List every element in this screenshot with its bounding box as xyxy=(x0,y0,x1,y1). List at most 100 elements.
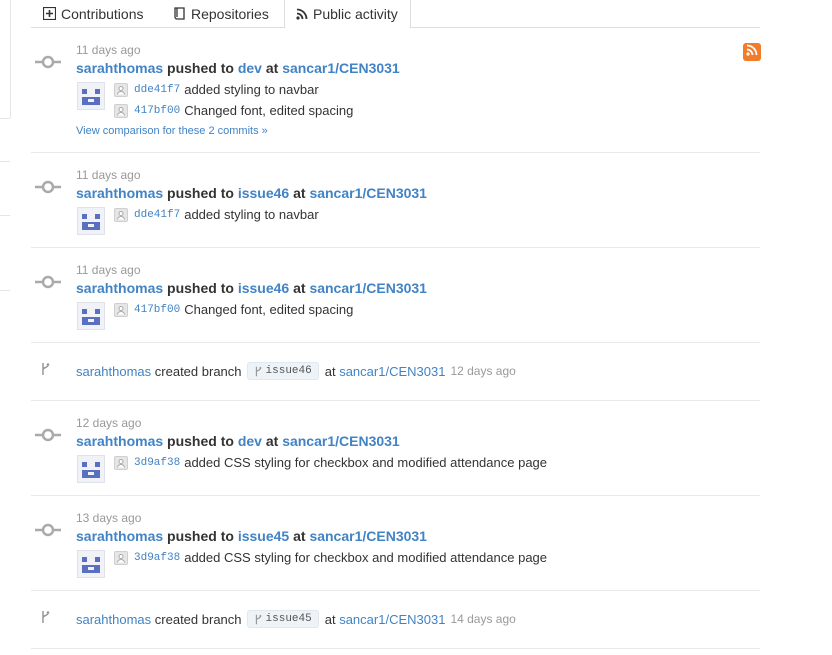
view-comparison-link[interactable]: View comparison for these 2 commits » xyxy=(76,125,268,137)
commit-sha-link[interactable]: 417bf00 xyxy=(134,304,180,316)
commit-icon xyxy=(35,275,61,289)
commit-sha-link[interactable]: dde41f7 xyxy=(134,84,180,96)
committer-avatar-icon xyxy=(114,550,128,565)
commit-message: added styling to navbar xyxy=(184,207,319,222)
branch-icon xyxy=(40,610,50,629)
commit-sha-link[interactable]: 417bf00 xyxy=(134,105,180,117)
at-text: at xyxy=(293,280,306,296)
create-branch-event: sarahthomas created branch issue45 at sa… xyxy=(31,591,760,649)
user-link[interactable]: sarahthomas xyxy=(76,364,151,379)
branch-link[interactable]: dev xyxy=(238,60,262,76)
event-verb: pushed to xyxy=(167,433,234,449)
push-event: 13 days ago sarahthomas pushed to issue4… xyxy=(31,496,760,591)
committer-avatar-icon xyxy=(114,103,128,118)
commit-message: added CSS styling for checkbox and modif… xyxy=(184,455,548,470)
side-panel-divider xyxy=(0,290,10,291)
branch-pill[interactable]: issue45 xyxy=(246,610,319,628)
create-branch-event: sarahthomas created branch issue46 at sa… xyxy=(31,343,760,401)
commit-row: 3d9af38 added CSS styling for checkbox a… xyxy=(114,455,547,470)
committer-avatar-icon xyxy=(114,455,128,470)
push-event: 11 days ago sarahthomas pushed to dev at… xyxy=(31,28,760,153)
repo-link[interactable]: sancar1/CEN3031 xyxy=(339,612,445,627)
event-verb: pushed to xyxy=(167,185,234,201)
commit-row: 3d9af38 added CSS styling for checkbox a… xyxy=(114,550,547,565)
event-title: sarahthomas pushed to dev at sancar1/CEN… xyxy=(76,60,400,76)
branch-link[interactable]: issue46 xyxy=(238,280,289,296)
branch-link[interactable]: issue46 xyxy=(238,185,289,201)
tab-public-activity[interactable]: Public activity xyxy=(284,0,411,29)
commit-sha-link[interactable]: dde41f7 xyxy=(134,209,180,221)
tab-repositories[interactable]: Repositories xyxy=(174,0,269,27)
side-panel-divider xyxy=(0,161,10,162)
commit-message: added styling to navbar xyxy=(184,82,319,97)
branch-link[interactable]: dev xyxy=(238,433,262,449)
branch-icon xyxy=(254,614,262,625)
repo-link[interactable]: sancar1/CEN3031 xyxy=(282,60,400,76)
event-verb: created branch xyxy=(154,363,242,379)
side-panel-divider xyxy=(0,215,10,216)
branch-link[interactable]: issue45 xyxy=(238,528,289,544)
avatar[interactable] xyxy=(77,82,105,110)
plus-square-icon xyxy=(43,7,56,20)
event-verb: pushed to xyxy=(167,60,234,76)
repo-link[interactable]: sancar1/CEN3031 xyxy=(309,185,427,201)
commit-icon xyxy=(35,428,61,442)
repo-book-icon xyxy=(174,6,186,21)
avatar[interactable] xyxy=(77,550,105,578)
event-time: 11 days ago xyxy=(76,43,141,57)
tab-label: Contributions xyxy=(61,5,144,22)
tab-label: Repositories xyxy=(191,5,269,22)
event-time: 12 days ago xyxy=(450,364,516,378)
push-event: 12 days ago sarahthomas pushed to dev at… xyxy=(31,401,760,496)
commit-message: added CSS styling for checkbox and modif… xyxy=(184,550,548,565)
avatar[interactable] xyxy=(77,207,105,235)
rss-icon xyxy=(296,8,308,20)
event-text: sarahthomas created branch issue46 at sa… xyxy=(76,362,516,380)
committer-avatar-icon xyxy=(114,302,128,317)
user-link[interactable]: sarahthomas xyxy=(76,528,163,544)
user-link[interactable]: sarahthomas xyxy=(76,185,163,201)
user-link[interactable]: sarahthomas xyxy=(76,60,163,76)
repo-link[interactable]: sancar1/CEN3031 xyxy=(309,280,427,296)
event-time: 11 days ago xyxy=(76,168,141,182)
at-text: at xyxy=(265,433,279,449)
tab-contributions[interactable]: Contributions xyxy=(43,0,144,27)
event-verb: created branch xyxy=(154,611,242,627)
tab-label: Public activity xyxy=(313,6,398,22)
commit-icon xyxy=(35,523,61,537)
event-title: sarahthomas pushed to issue46 at sancar1… xyxy=(76,280,427,296)
repo-link[interactable]: sancar1/CEN3031 xyxy=(282,433,400,449)
at-text: at xyxy=(324,611,336,627)
branch-name: issue45 xyxy=(265,613,312,625)
commit-message: Changed font, edited spacing xyxy=(184,302,354,317)
branch-icon xyxy=(254,366,262,377)
event-time: 12 days ago xyxy=(76,416,142,430)
repo-link[interactable]: sancar1/CEN3031 xyxy=(339,364,445,379)
profile-tabs: Contributions Repositories Public activi… xyxy=(31,0,760,29)
committer-avatar-icon xyxy=(114,207,128,222)
side-panel-edge xyxy=(0,0,11,119)
event-title: sarahthomas pushed to dev at sancar1/CEN… xyxy=(76,433,400,449)
branch-pill[interactable]: issue46 xyxy=(246,362,319,380)
user-link[interactable]: sarahthomas xyxy=(76,280,163,296)
activity-feed: 11 days ago sarahthomas pushed to dev at… xyxy=(31,28,760,649)
commit-sha-link[interactable]: 3d9af38 xyxy=(134,457,180,469)
commit-row: 417bf00 Changed font, edited spacing xyxy=(114,103,353,118)
commit-message: Changed font, edited spacing xyxy=(184,103,354,118)
event-title: sarahthomas pushed to issue45 at sancar1… xyxy=(76,528,427,544)
avatar[interactable] xyxy=(77,302,105,330)
commit-row: dde41f7 added styling to navbar xyxy=(114,82,319,97)
commit-sha-link[interactable]: 3d9af38 xyxy=(134,552,180,564)
push-event: 11 days ago sarahthomas pushed to issue4… xyxy=(31,153,760,248)
event-title: sarahthomas pushed to issue46 at sancar1… xyxy=(76,185,427,201)
at-text: at xyxy=(324,363,336,379)
at-text: at xyxy=(265,60,279,76)
event-time: 13 days ago xyxy=(76,511,142,525)
branch-icon xyxy=(40,362,50,381)
repo-link[interactable]: sancar1/CEN3031 xyxy=(309,528,427,544)
user-link[interactable]: sarahthomas xyxy=(76,433,163,449)
user-link[interactable]: sarahthomas xyxy=(76,612,151,627)
at-text: at xyxy=(293,185,306,201)
committer-avatar-icon xyxy=(114,82,128,97)
avatar[interactable] xyxy=(77,455,105,483)
